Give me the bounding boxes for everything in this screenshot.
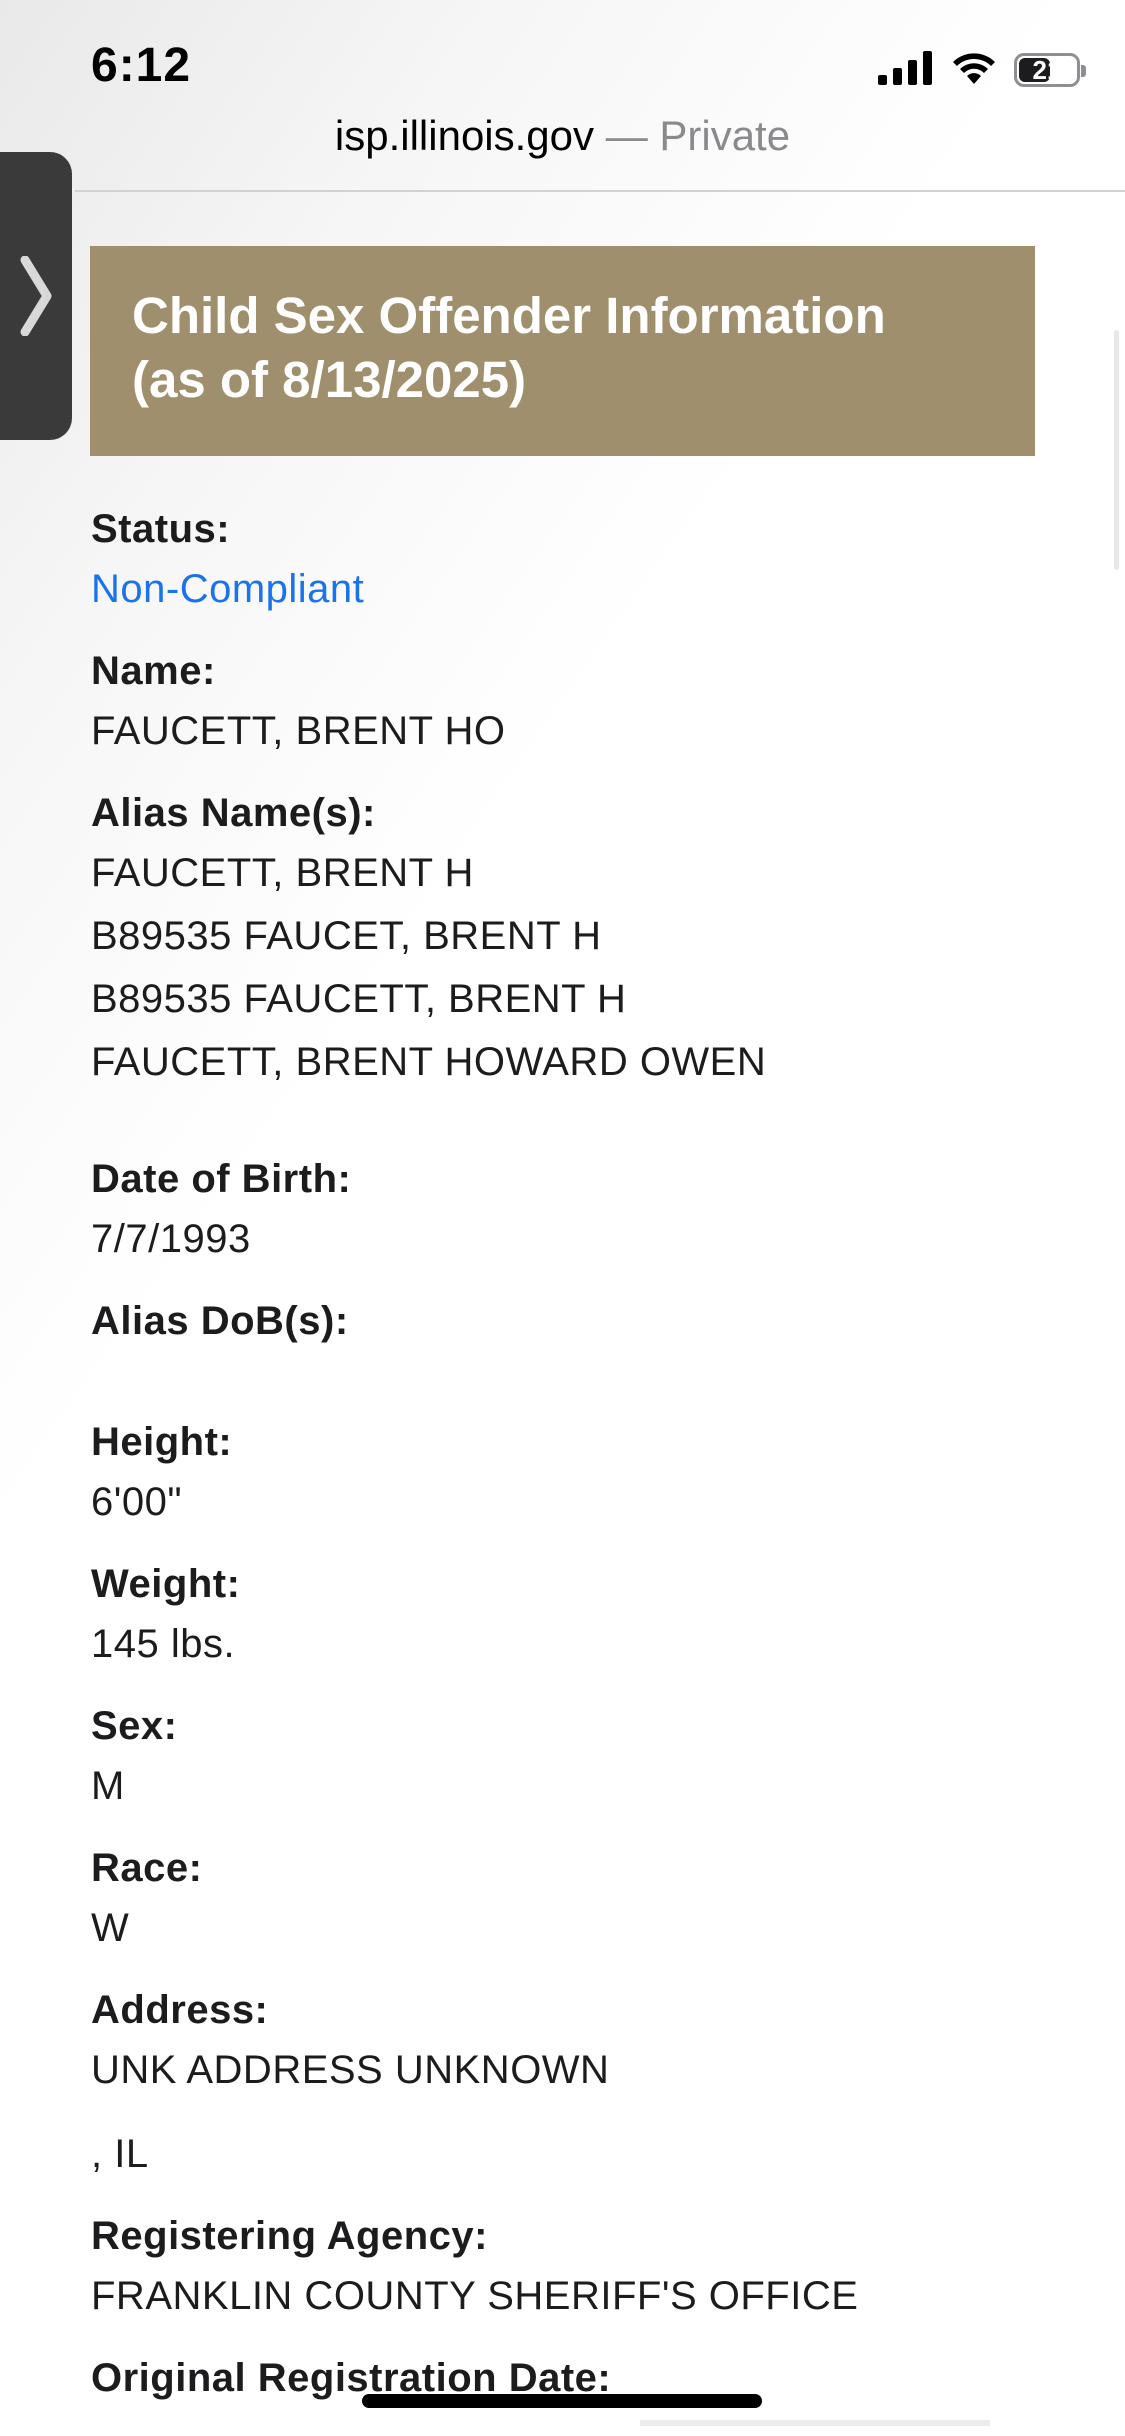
status-time: 6:12: [91, 39, 192, 92]
home-indicator[interactable]: [362, 2394, 762, 2408]
address-label: Address:: [91, 1988, 269, 2032]
race-label: Race:: [91, 1846, 203, 1890]
dob-label: Date of Birth:: [91, 1157, 352, 1201]
name-value: FAUCETT, BRENT HO: [91, 709, 506, 753]
page-title: Child Sex Offender Information (as of 8/…: [132, 284, 993, 412]
bottom-toolbar-edge: [640, 2420, 990, 2426]
race-value: W: [91, 1906, 130, 1950]
height-label: Height:: [91, 1420, 233, 1464]
weight-label: Weight:: [91, 1562, 241, 1606]
height-value: 6'00": [91, 1480, 183, 1524]
address-line2: , IL: [91, 2132, 149, 2176]
private-mode-label: — Private: [605, 112, 791, 159]
status-icons: 21: [878, 50, 1086, 90]
alias-name: FAUCETT, BRENT HOWARD OWEN: [91, 1040, 767, 1084]
battery-level: 21: [1032, 54, 1062, 85]
battery-cap: [1081, 65, 1086, 77]
alias-name: FAUCETT, BRENT H: [91, 851, 474, 895]
name-label: Name:: [91, 649, 216, 693]
url-domain: isp.illinois.gov: [334, 112, 595, 159]
cellular-signal-icon: [878, 50, 934, 90]
url-divider: [75, 190, 1125, 192]
page-banner: Child Sex Offender Information (as of 8/…: [90, 246, 1035, 456]
scroll-indicator[interactable]: [1114, 330, 1119, 570]
page-title-line2: (as of 8/13/2025): [132, 351, 527, 408]
sex-label: Sex:: [91, 1704, 178, 1748]
dob-value: 7/7/1993: [91, 1217, 251, 1261]
side-tab-toggle[interactable]: [0, 152, 72, 440]
registering-agency-value: FRANKLIN COUNTY SHERIFF'S OFFICE: [91, 2274, 859, 2318]
page-title-line1: Child Sex Offender Information: [132, 287, 886, 344]
sex-value: M: [91, 1764, 125, 1808]
status-bar: 6:12 21: [0, 0, 1125, 118]
battery-icon: 21: [1014, 53, 1086, 87]
status-link[interactable]: Non-Compliant: [91, 558, 1091, 621]
address-line1: UNK ADDRESS UNKNOWN: [91, 2048, 610, 2092]
alias-name: B89535 FAUCET, BRENT H: [91, 914, 602, 958]
status-label: Status:: [91, 507, 231, 551]
alias-name: B89535 FAUCETT, BRENT H: [91, 977, 627, 1021]
offender-details: Status: Non-Compliant Name: FAUCETT, BRE…: [91, 500, 1091, 2407]
weight-value: 145 lbs.: [91, 1622, 236, 1666]
alias-dob-label: Alias DoB(s):: [91, 1299, 349, 1343]
screen: 6:12 21 isp.illinois.gov — Private Child…: [0, 0, 1125, 2436]
alias-names-label: Alias Name(s):: [91, 791, 376, 835]
registering-agency-label: Registering Agency:: [91, 2214, 488, 2258]
url-bar[interactable]: isp.illinois.gov — Private: [0, 112, 1125, 160]
chevron-right-icon: [19, 256, 53, 336]
wifi-icon: [952, 51, 996, 90]
